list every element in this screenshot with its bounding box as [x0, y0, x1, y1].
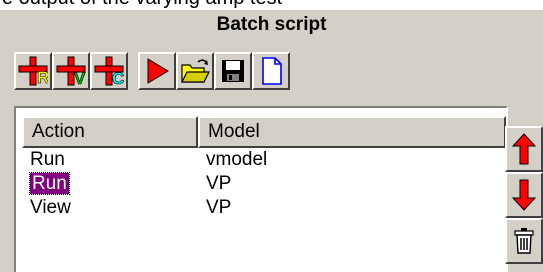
new-button[interactable] [252, 52, 290, 90]
new-document-icon [262, 57, 282, 85]
save-button[interactable] [214, 52, 252, 90]
move-up-button[interactable] [505, 126, 543, 172]
cell-action: View [30, 197, 71, 218]
arrow-down-icon [511, 179, 537, 211]
cell-action-wrap: Run [29, 172, 190, 196]
cell-model: VP [206, 173, 232, 194]
batch-list[interactable]: Action Model Run vmodel Run VP View VP [14, 106, 508, 272]
folder-open-icon [181, 59, 210, 83]
move-down-button[interactable] [505, 172, 543, 218]
add-view-button[interactable]: V [52, 52, 90, 90]
add-compare-icon: C [94, 56, 124, 86]
floppy-disk-icon [222, 60, 244, 82]
cropped-document-text: e output of the varying amp test [0, 0, 543, 10]
run-button[interactable] [138, 52, 176, 90]
add-compare-button[interactable]: C [90, 52, 128, 90]
arrow-up-icon [511, 133, 537, 165]
column-header-action[interactable]: Action [22, 116, 198, 148]
cell-action: Run [29, 172, 70, 195]
svg-text:V: V [74, 69, 86, 86]
open-button[interactable] [176, 52, 214, 90]
trash-icon [514, 228, 534, 254]
window-title: Batch script [216, 14, 327, 35]
list-header: Action Model [22, 116, 506, 148]
cell-model: vmodel [206, 149, 268, 170]
cell-model: VP [206, 197, 232, 218]
svg-text:R: R [37, 68, 48, 86]
cell-action: Run [30, 149, 65, 170]
play-icon [147, 58, 169, 84]
add-view-icon: V [56, 56, 86, 86]
svg-text:C: C [112, 69, 124, 86]
add-run-button[interactable]: R [14, 52, 52, 90]
column-header-model[interactable]: Model [198, 116, 506, 148]
add-run-icon: R [18, 56, 48, 86]
delete-button[interactable] [505, 218, 543, 264]
